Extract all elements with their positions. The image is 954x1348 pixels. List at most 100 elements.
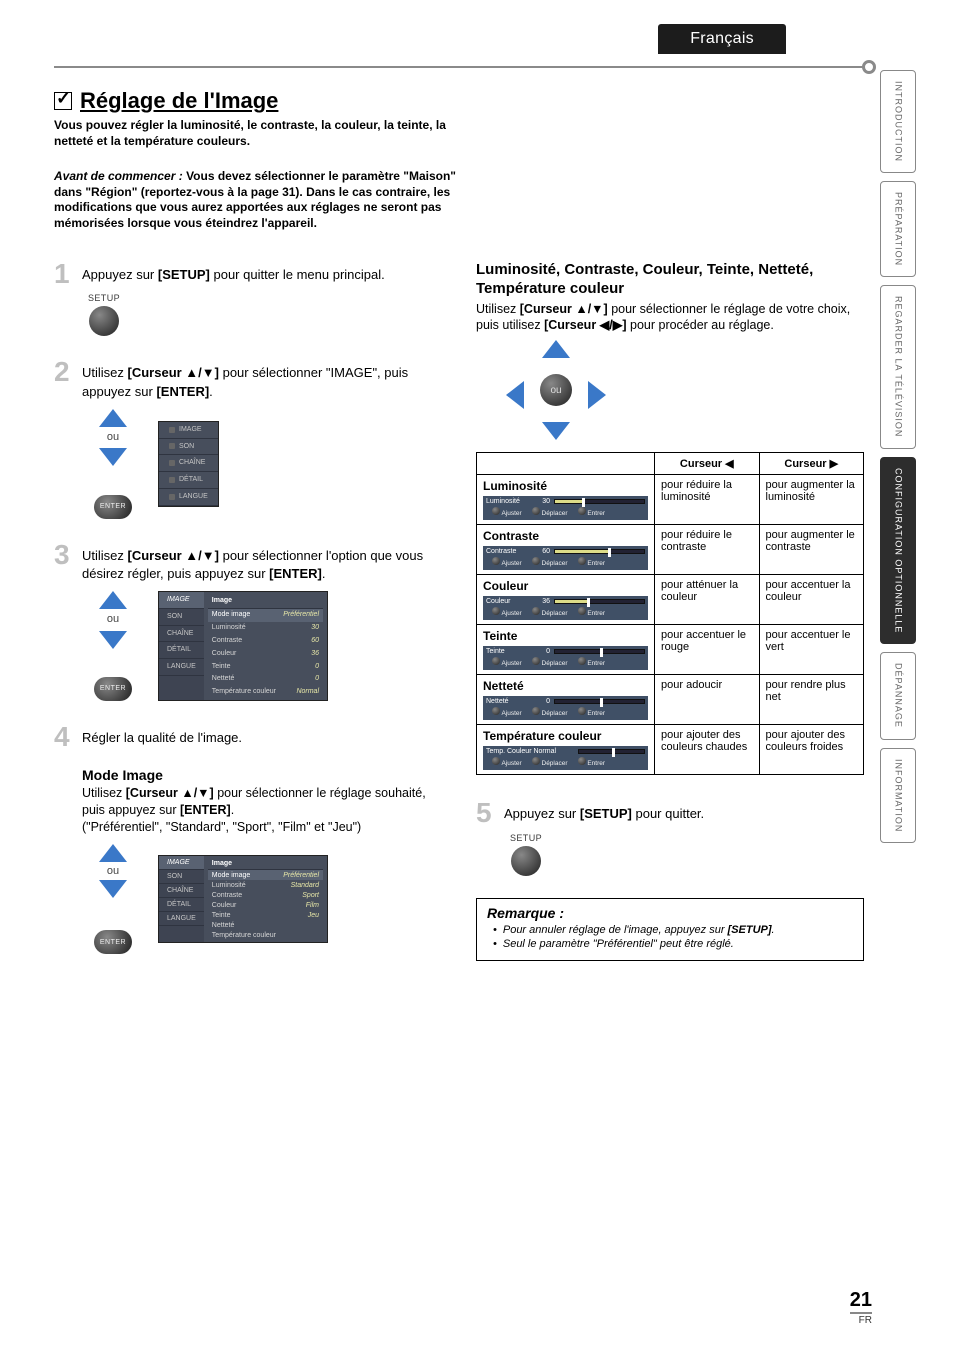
step3-t1: Utilisez bbox=[82, 548, 128, 563]
arrow-down-icon bbox=[542, 422, 570, 440]
osd-slider: Teinte0 Ajuster Déplacer Entrer bbox=[483, 646, 648, 670]
main-content: Réglage de l'Image Vous pouvez régler la… bbox=[54, 88, 864, 961]
arrow-right-icon bbox=[588, 381, 606, 409]
page-number-value: 21 bbox=[850, 1289, 872, 1312]
step2-bold2: [ENTER] bbox=[156, 384, 209, 399]
mode-image-options: ("Préférentiel", "Standard", "Sport", "F… bbox=[82, 819, 442, 836]
step2-t3: . bbox=[209, 384, 213, 399]
setup-button-icon bbox=[511, 846, 541, 876]
osd-title: Image bbox=[208, 858, 323, 870]
ctrl-left-effect: pour atténuer la couleur bbox=[655, 575, 759, 625]
sidebar-tab-introduction[interactable]: INTRODUCTION bbox=[880, 70, 916, 173]
step5-pre: Appuyez sur bbox=[504, 806, 580, 821]
osd-side-item: CHAÎNE bbox=[159, 884, 204, 898]
language-tab: Français bbox=[658, 24, 786, 54]
before-label: Avant de commencer : bbox=[54, 169, 183, 183]
step-number: 5 bbox=[476, 799, 496, 882]
arrow-up-icon bbox=[99, 591, 127, 609]
dpad-up-down[interactable]: ou bbox=[88, 591, 138, 671]
arrow-left-icon bbox=[506, 381, 524, 409]
osd-main-menu: IMAGE SON CHAÎNE DÉTAIL LANGUE bbox=[158, 421, 219, 507]
dpad-up-down[interactable]: ou bbox=[88, 409, 138, 489]
step5-post: pour quitter. bbox=[632, 806, 704, 821]
osd-slider: Contraste60 Ajuster Déplacer Entrer bbox=[483, 546, 648, 570]
setup-button-icon bbox=[89, 306, 119, 336]
adjustment-table: Curseur ◀ Curseur ▶ LuminositéLuminosité… bbox=[476, 452, 864, 775]
sidebar-tab-watch-tv[interactable]: REGARDER LA TÉLÉVISION bbox=[880, 285, 916, 448]
step-1: 1 Appuyez sur [SETUP] pour quitter le me… bbox=[54, 260, 442, 343]
table-row: Luminosité Luminosité30 Ajuster Déplacer … bbox=[477, 475, 864, 525]
ctrl-right-effect: pour accentuer la couleur bbox=[759, 575, 864, 625]
step-number: 1 bbox=[54, 260, 74, 343]
remote-setup-button[interactable]: SETUP bbox=[510, 832, 542, 877]
ctrl-name: Température couleur bbox=[483, 729, 648, 743]
enter-button[interactable]: ENTER bbox=[94, 677, 132, 701]
ctrl-name: Contraste bbox=[483, 529, 648, 543]
osd-row: Mode imagePréférentiel bbox=[208, 609, 323, 622]
osd-item-label: IMAGE bbox=[179, 425, 202, 435]
osd-item: CHAÎNE bbox=[159, 455, 218, 472]
ctrl-left-effect: pour ajouter des couleurs chaudes bbox=[655, 725, 759, 775]
osd-row: Température couleur bbox=[208, 930, 323, 940]
osd-row: Netteté0 bbox=[208, 673, 323, 686]
osd-row: Couleur36 bbox=[208, 647, 323, 660]
dpad-up-down[interactable]: ou bbox=[88, 844, 138, 924]
step-number: 3 bbox=[54, 541, 74, 708]
osd-row: LuminositéStandard bbox=[208, 880, 323, 890]
osd-slider: Luminosité30 Ajuster Déplacer Entrer bbox=[483, 496, 648, 520]
arrow-up-icon bbox=[99, 844, 127, 862]
or-text: ou bbox=[107, 612, 119, 627]
page-locale: FR bbox=[850, 1312, 872, 1326]
osd-slider: Netteté0 Ajuster Déplacer Entrer bbox=[483, 696, 648, 720]
osd-side-item: SON bbox=[159, 870, 204, 884]
osd-item: DÉTAIL bbox=[159, 472, 218, 489]
ctrl-right-effect: pour ajouter des couleurs froides bbox=[759, 725, 864, 775]
step1-text-pre: Appuyez sur bbox=[82, 267, 158, 282]
osd-row: Luminosité30 bbox=[208, 622, 323, 635]
right-section-text: Utilisez [Curseur ▲/▼] pour sélectionner… bbox=[476, 301, 864, 335]
osd-side-item: LANGUE bbox=[159, 912, 204, 926]
osd-title: Image bbox=[208, 594, 323, 609]
remote-setup-button[interactable]: SETUP bbox=[88, 292, 120, 337]
step3-t3: . bbox=[322, 566, 326, 581]
osd-image-settings: IMAGE SON CHAÎNE DÉTAIL LANGUE Image Mod… bbox=[158, 591, 328, 701]
ctrl-name: Netteté bbox=[483, 679, 648, 693]
osd-mode-image: IMAGE SON CHAÎNE DÉTAIL LANGUE Image Mod… bbox=[158, 855, 328, 943]
mode-image-text: Utilisez [Curseur ▲/▼] pour sélectionner… bbox=[82, 785, 442, 819]
step3-bold2: [ENTER] bbox=[269, 566, 322, 581]
sidebar-tab-preparation[interactable]: PRÉPARATION bbox=[880, 181, 916, 277]
sidebar-tab-depannage[interactable]: DÉPANNAGE bbox=[880, 652, 916, 740]
ctrl-right-effect: pour rendre plus net bbox=[759, 675, 864, 725]
sidebar-tab-config-optionnelle[interactable]: CONFIGURATION OPTIONNELLE bbox=[880, 457, 916, 644]
ctrl-left-effect: pour réduire la luminosité bbox=[655, 475, 759, 525]
osd-row: TeinteJeu bbox=[208, 910, 323, 920]
ctrl-left-effect: pour réduire le contraste bbox=[655, 525, 759, 575]
step-3: 3 Utilisez [Curseur ▲/▼] pour sélectionn… bbox=[54, 541, 442, 708]
arrow-up-icon bbox=[99, 409, 127, 427]
table-row: Température couleur Temp. Couleur Normal … bbox=[477, 725, 864, 775]
osd-row: Netteté bbox=[208, 920, 323, 930]
or-text: ou bbox=[107, 430, 119, 445]
enter-button[interactable]: ENTER bbox=[94, 495, 132, 519]
ctrl-name: Luminosité bbox=[483, 479, 648, 493]
osd-slider: Temp. Couleur Normal Ajuster Déplacer En… bbox=[483, 746, 648, 770]
sidebar-tab-information[interactable]: INFORMATION bbox=[880, 748, 916, 843]
dpad-four-way[interactable]: ou bbox=[506, 340, 606, 440]
table-row: CouleurCouleur36 Ajuster Déplacer Entrer… bbox=[477, 575, 864, 625]
page-title: Réglage de l'Image bbox=[54, 88, 864, 114]
arrow-down-icon bbox=[99, 448, 127, 466]
osd-item: SON bbox=[159, 439, 218, 456]
before-start: Avant de commencer : Vous devez sélectio… bbox=[54, 169, 474, 231]
sidebar-tabs: INTRODUCTION PRÉPARATION REGARDER LA TÉL… bbox=[880, 70, 916, 843]
note-box: Remarque : Pour annuler réglage de l'ima… bbox=[476, 898, 864, 961]
page-number: 21 FR bbox=[850, 1289, 872, 1326]
table-head-right: Curseur ▶ bbox=[759, 453, 864, 475]
ctrl-name: Teinte bbox=[483, 629, 648, 643]
step2-t1: Utilisez bbox=[82, 365, 128, 380]
header-circle-icon bbox=[862, 60, 876, 74]
enter-button[interactable]: ENTER bbox=[94, 930, 132, 954]
osd-item-label: LANGUE bbox=[179, 492, 208, 502]
osd-side-item: LANGUE bbox=[159, 659, 204, 676]
ctrl-right-effect: pour augmenter la luminosité bbox=[759, 475, 864, 525]
ctrl-left-effect: pour accentuer le rouge bbox=[655, 625, 759, 675]
